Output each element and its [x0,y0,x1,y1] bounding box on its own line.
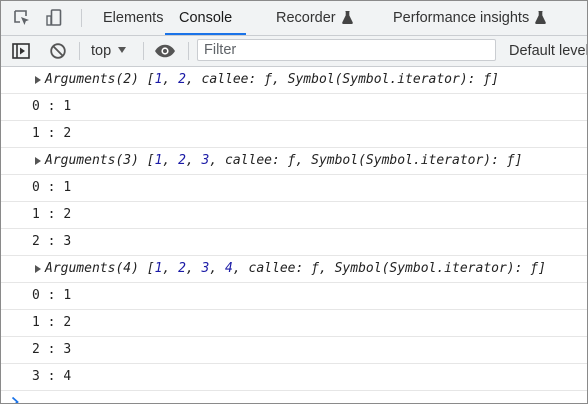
preview-rest: callee: ƒ, Symbol(Symbol.iterator): ƒ] [225,153,523,168]
console-log-line: 1 : 2 [1,202,587,229]
preview-rest: callee: ƒ, Symbol(Symbol.iterator): ƒ] [248,261,546,276]
devtools-window: Elements Console Recorder Performance in… [0,0,588,404]
console-log-line: 0 : 1 [1,283,587,310]
tab-performance-insights[interactable]: Performance insights [393,1,547,35]
preview-bracket: [ [146,261,155,276]
entry-separator: : [39,126,64,141]
preview-number: 1 [154,153,163,168]
entry-separator: : [39,288,64,303]
entry-separator: : [39,369,64,384]
tab-elements[interactable]: Elements [103,1,163,35]
entry-value: 2 [63,126,72,141]
preview-number: 2 [178,153,186,168]
object-preview: [1, 2, 3, callee: ƒ, Symbol(Symbol.itera… [146,153,523,168]
console-log-line: 0 : 1 [1,94,587,121]
filter-input[interactable] [197,39,496,61]
object-class-name: Arguments(2) [45,72,139,87]
tab-label: Console [179,10,233,26]
console-log-line: 1 : 2 [1,310,587,337]
tab-recorder[interactable]: Recorder [276,1,353,35]
entry-value: 2 [63,315,72,330]
context-selector[interactable]: top [91,36,127,66]
console-log-line: 1 : 2 [1,121,587,148]
experiment-flask-icon [535,11,547,24]
entry-key: 0 [32,180,40,195]
log-levels-label: Default levels [509,43,588,59]
object-class-name: Arguments(3) [45,153,139,168]
prompt-chevron-icon [11,396,19,403]
entry-key: 2 [32,342,40,357]
entry-value: 1 [63,180,72,195]
entry-separator: : [39,180,64,195]
console-toolbar: top Default levels [1,36,587,67]
preview-number: 1 [154,261,163,276]
console-output: Arguments(2) [1, 2, callee: ƒ, Symbol(Sy… [1,67,587,403]
entry-key: 0 [32,99,40,114]
console-prompt[interactable] [1,391,587,403]
expand-triangle-icon[interactable] [35,76,41,84]
toolbar-divider [79,42,80,60]
toolbar-divider [188,42,189,60]
object-class-name: Arguments(4) [45,261,139,276]
log-levels-dropdown[interactable]: Default levels [509,36,588,66]
entry-separator: : [39,207,64,222]
preview-rest: callee: ƒ, Symbol(Symbol.iterator): ƒ] [201,72,499,87]
preview-number: 2 [178,261,186,276]
experiment-flask-icon [341,11,353,24]
entry-separator: : [39,342,64,357]
entry-key: 3 [32,369,40,384]
entry-value: 3 [63,234,72,249]
entry-separator: : [39,99,64,114]
toolbar-divider [143,42,144,60]
tab-label: Performance insights [393,10,530,26]
preview-number: 3 [201,153,210,168]
entry-separator: : [39,315,64,330]
active-tab-indicator [165,33,247,35]
preview-number: 1 [154,72,163,87]
expand-triangle-icon[interactable] [35,265,41,273]
entry-value: 1 [63,288,72,303]
clear-console-icon[interactable] [49,42,67,60]
expand-triangle-icon[interactable] [35,157,41,165]
console-log-line: 0 : 1 [1,175,587,202]
preview-number: 2 [178,72,186,87]
entry-key: 2 [32,234,40,249]
console-message-arguments[interactable]: Arguments(3) [1, 2, 3, callee: ƒ, Symbol… [1,148,587,175]
tab-label: Recorder [276,10,336,26]
entry-separator: : [39,234,64,249]
toolbar-divider [81,9,82,27]
preview-number: 3 [201,261,210,276]
context-label: top [91,43,112,59]
live-expression-eye-icon[interactable] [154,42,176,60]
console-message-arguments[interactable]: Arguments(4) [1, 2, 3, 4, callee: ƒ, Sym… [1,256,587,283]
inspect-element-icon[interactable] [12,8,32,28]
entry-key: 0 [32,288,40,303]
console-log-line: 2 : 3 [1,229,587,256]
entry-key: 1 [32,315,40,330]
tab-bar: Elements Console Recorder Performance in… [1,1,587,36]
entry-value: 3 [63,342,72,357]
entry-value: 1 [63,99,72,114]
entry-value: 4 [63,369,72,384]
device-toolbar-icon[interactable] [45,8,65,28]
object-preview: [1, 2, 3, 4, callee: ƒ, Symbol(Symbol.it… [146,261,546,276]
preview-bracket: [ [146,72,155,87]
object-preview: [1, 2, callee: ƒ, Symbol(Symbol.iterator… [146,72,499,87]
tab-console[interactable]: Console [165,1,247,35]
tab-label: Elements [103,10,164,26]
show-sidebar-icon[interactable] [12,42,30,60]
entry-value: 2 [63,207,72,222]
chevron-down-icon [118,47,127,53]
entry-key: 1 [32,126,40,141]
entry-key: 1 [32,207,40,222]
console-log-line: 2 : 3 [1,337,587,364]
console-log-line: 3 : 4 [1,364,587,391]
preview-bracket: [ [146,153,155,168]
preview-number: 4 [225,261,233,276]
console-message-arguments[interactable]: Arguments(2) [1, 2, callee: ƒ, Symbol(Sy… [1,67,587,94]
